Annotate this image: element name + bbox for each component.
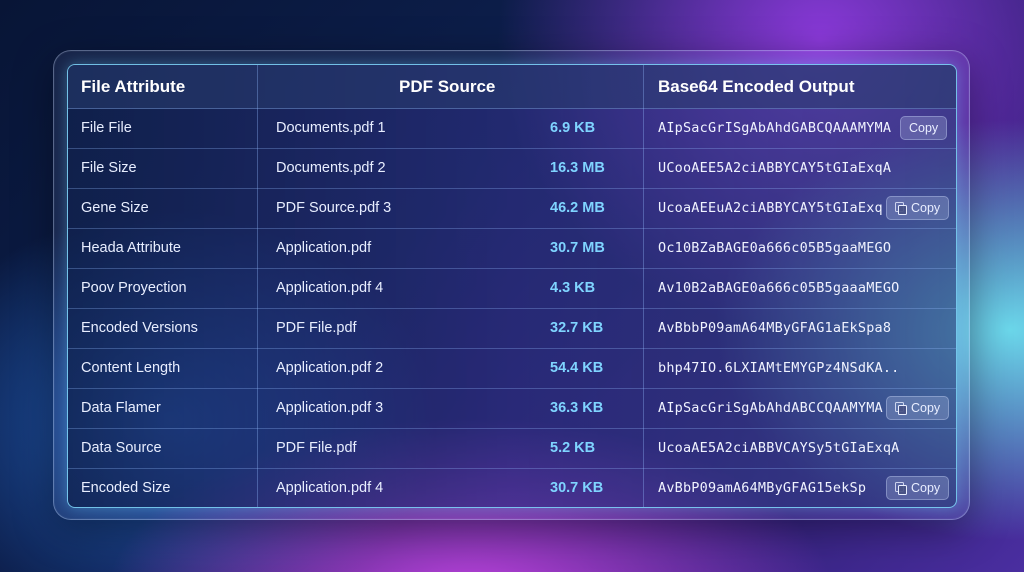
- table-row: Encoded Versions PDF File.pdf 32.7 KB AvBbb…: [68, 308, 956, 349]
- base64-output-cell[interactable]: UcoaAE5A2ciABBVCAYSy5tGIaExqA: [658, 428, 900, 468]
- file-size-cell: 54.4 KB: [550, 360, 604, 376]
- copy-icon: [895, 402, 907, 415]
- pdf-source-cell: PDF File.pdf: [276, 320, 357, 336]
- column-divider: [257, 65, 258, 507]
- base64-output-cell[interactable]: AvBbbP09amA64MByGFAG1aEkSpa8: [658, 308, 891, 348]
- base64-output-cell[interactable]: AIpSacGrISgAbAhdGABCQAAAMYMA: [658, 108, 891, 148]
- copy-icon: [895, 482, 907, 495]
- base64-output-cell[interactable]: bhp47IO.6LXIAMtEMYGPz4NSdKA..: [658, 348, 900, 388]
- file-size-cell: 46.2 MB: [550, 200, 605, 216]
- table-row: Content Length Application.pdf 2 54.4 KB bh…: [68, 348, 956, 389]
- column-divider: [643, 65, 644, 507]
- pdf-source-cell: PDF File.pdf: [276, 440, 357, 456]
- base64-output-cell[interactable]: AIpSacGriSgAbAhdABCCQAAMYMA: [658, 388, 883, 428]
- file-size-cell: 16.3 MB: [550, 160, 605, 176]
- file-size-cell: 30.7 KB: [550, 480, 604, 496]
- file-size-cell: 4.3 KB: [550, 280, 596, 296]
- table-row: File Size Documents.pdf 2 16.3 MB UCooAEE5A…: [68, 148, 956, 189]
- attribute-cell: File File: [81, 120, 132, 136]
- table-row: Data Source PDF File.pdf 5.2 KB UcoaAE5A2ci…: [68, 428, 956, 469]
- file-size-cell: 5.2 KB: [550, 440, 596, 456]
- pdf-source-cell: Application.pdf: [276, 240, 372, 256]
- pdf-source-cell: Application.pdf 4: [276, 280, 384, 296]
- header-pdf-source: PDF Source: [399, 77, 496, 96]
- attribute-cell: Encoded Versions: [81, 320, 198, 336]
- copy-button[interactable]: Copy: [900, 116, 948, 140]
- base64-output-cell[interactable]: UCooAEE5A2ciABBYCAY5tGIaExqA: [658, 148, 891, 188]
- base64-output-cell[interactable]: Av10B2aBAGE0a666c05B5gaaaMEGO: [658, 268, 900, 308]
- copy-button[interactable]: Copy: [886, 476, 950, 500]
- attribute-cell: Data Source: [81, 440, 162, 456]
- copy-button-label: Copy: [911, 401, 941, 415]
- pdf-source-cell: Documents.pdf 1: [276, 120, 386, 136]
- table-row: Data Flamer Application.pdf 3 36.3 KB AIpSa…: [68, 388, 956, 429]
- copy-button[interactable]: Copy: [886, 396, 950, 420]
- copy-button-label: Copy: [909, 121, 939, 135]
- copy-button-label: Copy: [911, 201, 941, 215]
- table-row: File File Documents.pdf 1 6.9 KB AIpSacGrIS…: [68, 108, 956, 149]
- table-row: Gene Size PDF Source.pdf 3 46.2 MB UcoaAEEu…: [68, 188, 956, 229]
- table-row: Encoded Size Application.pdf 4 30.7 KB AvBb…: [68, 468, 956, 507]
- table-header: File Attribute PDF Source Base64 Encoded…: [68, 65, 956, 109]
- base64-output-cell[interactable]: Oc10BZaBAGE0a666c05B5gaaMEGO: [658, 228, 891, 268]
- attribute-cell: Heada Attribute: [81, 240, 181, 256]
- attribute-cell: Gene Size: [81, 200, 149, 216]
- base64-output-cell[interactable]: AvBbP09amA64MByGFAG15ekSp: [658, 468, 866, 507]
- pdf-source-cell: Application.pdf 3: [276, 400, 384, 416]
- attribute-cell: Data Flamer: [81, 400, 161, 416]
- attribute-cell: File Size: [81, 160, 137, 176]
- pdf-source-cell: Application.pdf 4: [276, 480, 384, 496]
- pdf-source-cell: PDF Source.pdf 3: [276, 200, 392, 216]
- table-row: Heada Attribute Application.pdf 30.7 MB Oc1…: [68, 228, 956, 269]
- copy-button[interactable]: Copy: [886, 196, 950, 220]
- attribute-cell: Content Length: [81, 360, 181, 376]
- file-attributes-table: File Attribute PDF Source Base64 Encoded…: [67, 64, 957, 508]
- table-row: Poov Proyection Application.pdf 4 4.3 KB Av…: [68, 268, 956, 309]
- pdf-source-cell: Documents.pdf 2: [276, 160, 386, 176]
- attribute-cell: Encoded Size: [81, 480, 171, 496]
- attribute-cell: Poov Proyection: [81, 280, 187, 296]
- file-size-cell: 6.9 KB: [550, 120, 596, 136]
- file-size-cell: 32.7 KB: [550, 320, 604, 336]
- header-base64-output: Base64 Encoded Output: [658, 77, 855, 96]
- file-size-cell: 30.7 MB: [550, 240, 605, 256]
- header-file-attribute: File Attribute: [81, 77, 186, 96]
- copy-button-label: Copy: [911, 481, 941, 495]
- copy-icon: [895, 202, 907, 215]
- pdf-source-cell: Application.pdf 2: [276, 360, 384, 376]
- base64-output-cell[interactable]: UcoaAEEuA2ciABBYCAY5tGIaExq: [658, 188, 883, 228]
- file-size-cell: 36.3 KB: [550, 400, 604, 416]
